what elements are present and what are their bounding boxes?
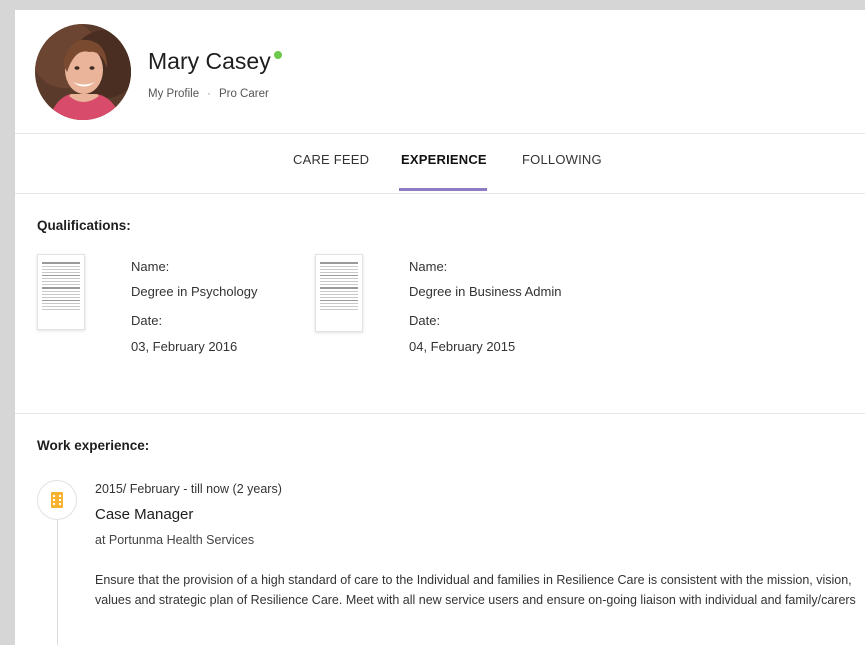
window-frame-left — [0, 0, 15, 645]
active-tab-indicator — [399, 188, 487, 191]
header-divider — [15, 133, 865, 134]
tab-experience[interactable]: EXPERIENCE — [401, 152, 487, 167]
qualification-document-thumbnail[interactable] — [37, 254, 85, 330]
profile-name: Mary Casey — [148, 48, 271, 74]
online-status-dot — [273, 51, 282, 59]
avatar[interactable] — [35, 24, 131, 120]
timeline-line — [57, 516, 58, 645]
tabs-divider — [15, 193, 865, 194]
qualification-date: 03, February 2016 — [131, 339, 238, 354]
qualification-date-label: Date: — [131, 313, 163, 328]
pro-carer-label: Pro Carer — [218, 88, 269, 100]
subline-separator: · — [207, 88, 211, 100]
profile-subline: My Profile · Pro Carer — [148, 88, 269, 100]
work-experience-title: Work experience: — [37, 438, 150, 453]
tab-care-feed[interactable]: CARE FEED — [293, 152, 369, 167]
experience-period: 2015/ February - till now (2 years) — [95, 482, 282, 496]
profile-tabs: CARE FEED EXPERIENCE FOLLOWING — [15, 144, 865, 194]
section-divider — [15, 413, 865, 414]
profile-card: Mary Casey My Profile · Pro Carer CARE FEE… — [15, 10, 865, 645]
window-frame-top — [0, 0, 865, 10]
qualification-name: Degree in Psychology — [131, 284, 258, 299]
my-profile-link[interactable]: My Profile — [148, 88, 199, 100]
experience-company: at Portunma Health Services — [95, 533, 255, 547]
qualification-name: Degree in Business Admin — [409, 284, 562, 299]
experience-role: Case Manager — [95, 506, 194, 523]
qualification-date-label: Date: — [409, 313, 441, 328]
qualification-name-label: Name: — [131, 259, 170, 274]
building-icon — [37, 480, 77, 520]
qualification-document-thumbnail[interactable] — [315, 254, 363, 332]
tab-following[interactable]: FOLLOWING — [522, 152, 602, 167]
experience-description: Ensure that the provision of a high stan… — [95, 573, 856, 607]
qualification-name-label: Name: — [409, 259, 448, 274]
qualifications-title: Qualifications: — [37, 218, 131, 233]
qualification-date: 04, February 2015 — [409, 339, 516, 354]
